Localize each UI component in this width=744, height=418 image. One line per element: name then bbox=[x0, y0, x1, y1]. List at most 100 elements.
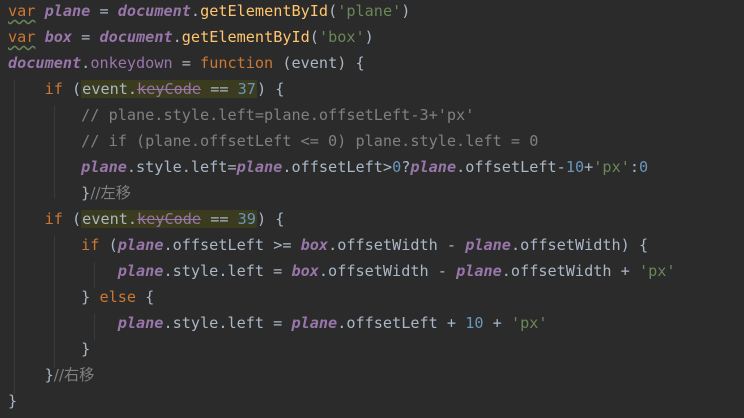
string-literal: 'plane' bbox=[337, 2, 402, 20]
brace: } bbox=[81, 288, 100, 306]
deprecated-keycode: keyCode bbox=[137, 210, 202, 228]
number-literal: 39 bbox=[237, 210, 256, 228]
code-text: .offsetWidth - bbox=[328, 236, 466, 254]
number-literal: 0 bbox=[639, 158, 649, 176]
code-text: .style.left = bbox=[163, 314, 292, 332]
paren: ( bbox=[328, 2, 338, 20]
keyword-if: if bbox=[81, 236, 100, 254]
function-name: getElementById bbox=[181, 28, 310, 46]
code-text: .offsetWidth + bbox=[501, 262, 639, 280]
number-literal: 0 bbox=[392, 158, 402, 176]
comment: // if (plane.offsetLeft <= 0) plane.styl… bbox=[81, 132, 539, 150]
variable-plane: plane bbox=[465, 236, 511, 254]
keyword-var: var bbox=[8, 28, 36, 46]
paren: ( bbox=[62, 80, 82, 98]
paren: ) { bbox=[256, 210, 285, 228]
deprecated-keycode: keyCode bbox=[137, 80, 202, 98]
variable-box: box bbox=[300, 236, 329, 254]
number-literal: 10 bbox=[465, 314, 484, 332]
code-text: : bbox=[629, 158, 640, 176]
brace: } bbox=[81, 340, 91, 358]
operator: == bbox=[201, 80, 238, 98]
code-text: + bbox=[584, 158, 594, 176]
code-text: .offsetWidth) { bbox=[510, 236, 649, 254]
code-text: ? bbox=[401, 158, 411, 176]
dot: . bbox=[81, 54, 91, 72]
variable-plane: plane bbox=[410, 158, 457, 176]
code-line-14[interactable]: } bbox=[8, 336, 90, 362]
dot: . bbox=[190, 2, 201, 20]
string-literal: 'box' bbox=[318, 28, 365, 46]
variable-plane: plane bbox=[44, 2, 91, 20]
code-text: .offsetLeft- bbox=[456, 158, 566, 176]
code-line-6[interactable]: // if (plane.offsetLeft <= 0) plane.styl… bbox=[8, 128, 538, 154]
variable-plane: plane bbox=[117, 236, 164, 254]
event-ref: event. bbox=[82, 80, 138, 98]
code-line-12[interactable]: } else { bbox=[8, 284, 154, 310]
number-literal: 10 bbox=[565, 158, 585, 176]
keyword-else: else bbox=[99, 288, 137, 306]
variable-plane: plane bbox=[81, 158, 127, 176]
code-line-13[interactable]: plane.style.left = plane.offsetLeft + 10… bbox=[8, 310, 548, 336]
keyword-if: if bbox=[44, 210, 63, 228]
variable-box: box bbox=[291, 262, 319, 280]
variable-plane: plane bbox=[117, 262, 164, 280]
code-line-7[interactable]: plane.style.left=plane.offsetLeft>0?plan… bbox=[8, 154, 648, 180]
brace: } bbox=[8, 392, 18, 410]
string-literal: 'px' bbox=[593, 158, 630, 176]
code-text: ( bbox=[99, 236, 118, 254]
paren: ( bbox=[62, 210, 82, 228]
number-literal: 37 bbox=[237, 80, 256, 98]
code-line-2[interactable]: var box = document.getElementById('box') bbox=[8, 24, 374, 50]
comment: //右移 bbox=[53, 366, 95, 384]
event-ref: event. bbox=[82, 210, 138, 228]
operator: = bbox=[172, 54, 201, 72]
highlight-condition: event.keyCode == 39 bbox=[81, 210, 257, 228]
code-text: .offsetLeft + bbox=[337, 314, 466, 332]
variable-box: box bbox=[44, 28, 73, 46]
comment: //左移 bbox=[90, 184, 131, 202]
paren: ) { bbox=[256, 80, 285, 98]
code-text: .style.left= bbox=[126, 158, 237, 176]
code-text: .offsetLeft >= bbox=[163, 236, 301, 254]
operator: = bbox=[72, 28, 100, 46]
brace: } bbox=[44, 366, 54, 384]
params: (event) { bbox=[273, 54, 365, 72]
code-line-4[interactable]: if (event.keyCode == 37) { bbox=[8, 76, 284, 102]
brace: } bbox=[81, 184, 91, 202]
code-line-10[interactable]: if (plane.offsetLeft >= box.offsetWidth … bbox=[8, 232, 648, 258]
dot: . bbox=[172, 28, 182, 46]
keyword-if: if bbox=[44, 80, 63, 98]
property-onkeydown: onkeydown bbox=[90, 54, 173, 72]
variable-plane: plane bbox=[456, 262, 502, 280]
code-line-15[interactable]: }//右移 bbox=[8, 362, 95, 388]
object-document: document bbox=[99, 28, 173, 46]
variable-plane: plane bbox=[236, 158, 283, 176]
code-line-5[interactable]: // plane.style.left=plane.offsetLeft-3+'… bbox=[8, 102, 474, 128]
variable-plane: plane bbox=[117, 314, 164, 332]
operator: == bbox=[201, 210, 238, 228]
string-literal: 'px' bbox=[510, 314, 548, 332]
code-text: .offsetLeft> bbox=[282, 158, 393, 176]
code-line-16[interactable]: } bbox=[8, 388, 17, 414]
brace: { bbox=[136, 288, 155, 306]
code-line-8[interactable]: }//左移 bbox=[8, 180, 131, 206]
code-line-1[interactable]: var plane = document.getElementById('pla… bbox=[8, 0, 410, 24]
code-line-3[interactable]: document.onkeydown = function (event) { bbox=[8, 50, 365, 76]
comment: // plane.style.left=plane.offsetLeft-3+'… bbox=[81, 106, 475, 124]
operator: = bbox=[90, 2, 118, 20]
code-editor[interactable]: var plane = document.getElementById('pla… bbox=[0, 0, 744, 418]
string-literal: 'px' bbox=[638, 262, 676, 280]
code-text: + bbox=[483, 314, 511, 332]
object-document: document bbox=[117, 2, 191, 20]
code-line-9[interactable]: if (event.keyCode == 39) { bbox=[8, 206, 284, 232]
keyword-var: var bbox=[8, 2, 36, 20]
function-name: getElementById bbox=[200, 2, 329, 20]
variable-plane: plane bbox=[291, 314, 338, 332]
code-text: .offsetWidth - bbox=[318, 262, 457, 280]
code-line-11[interactable]: plane.style.left = box.offsetWidth - pla… bbox=[8, 258, 676, 284]
paren: ) bbox=[401, 2, 411, 20]
highlight-condition: event.keyCode == 37 bbox=[81, 80, 257, 98]
keyword-function: function bbox=[200, 54, 274, 72]
paren: ( bbox=[309, 28, 319, 46]
